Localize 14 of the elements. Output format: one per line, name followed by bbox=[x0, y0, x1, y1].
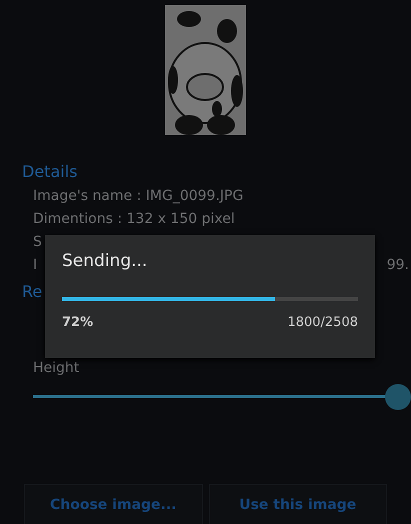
detail-text: Dimentions : 132 x 150 pixel bbox=[33, 210, 235, 226]
action-button[interactable]: Use this image bbox=[208, 484, 387, 524]
height-label: Height bbox=[33, 360, 80, 376]
progress-percent: 72% bbox=[62, 315, 94, 330]
section-heading: Details bbox=[21, 161, 78, 183]
action-button[interactable]: Choose image... bbox=[24, 484, 202, 524]
detail-text: I bbox=[33, 256, 38, 272]
dialog-title: Sending... bbox=[62, 251, 148, 271]
detail-text: 99. bbox=[386, 256, 409, 272]
slider-thumb[interactable] bbox=[385, 384, 411, 410]
section-heading: Re bbox=[21, 281, 44, 303]
progress-count: 1800/2508 bbox=[287, 315, 358, 330]
detail-text: Image's name : IMG_0099.JPG bbox=[33, 188, 244, 204]
detail-text: S bbox=[33, 234, 42, 250]
